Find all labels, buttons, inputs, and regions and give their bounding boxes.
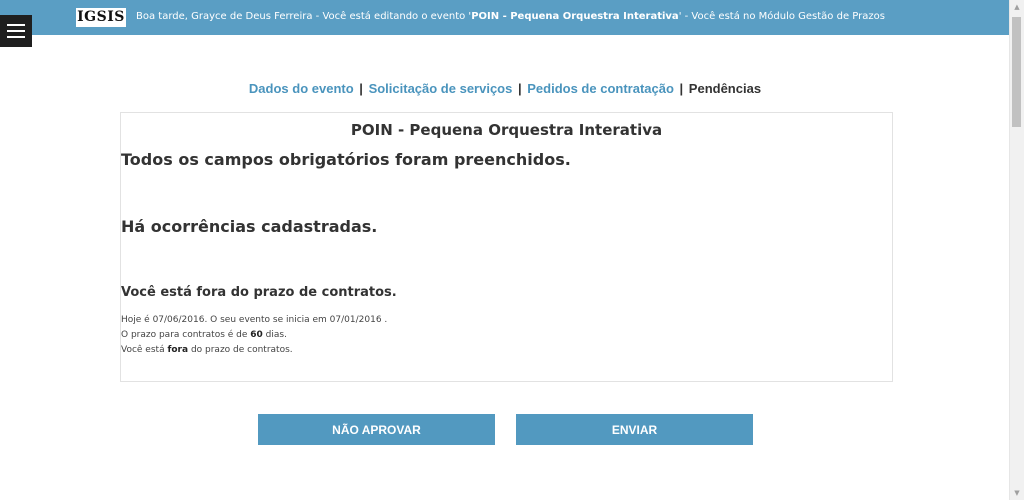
greeting-text: Boa tarde, Grayce de Deus Ferreira - Voc… [136, 11, 996, 22]
reject-button[interactable]: NÃO APROVAR [258, 414, 495, 445]
event-title: POIN - Pequena Orquestra Interativa [350, 121, 663, 139]
deadline-status-message: Você está fora do prazo de contratos. [121, 285, 397, 300]
pendencias-panel: POIN - Pequena Orquestra Interativa Todo… [120, 112, 893, 382]
greeting-suffix: ' - Você está no Módulo Gestão de Prazos [678, 11, 885, 22]
detail-deadline-days: O prazo para contratos é de 60 dias. [121, 328, 387, 343]
menu-bar-bottom [7, 36, 25, 38]
fields-status-message: Todos os campos obrigatórios foram preen… [121, 150, 571, 169]
detail-days-prefix: O prazo para contratos é de [121, 330, 251, 340]
nav-separator: | [679, 81, 684, 96]
deadline-details: Hoje é 07/06/2016. O seu evento se inici… [121, 313, 387, 358]
greeting-event-name: POIN - Pequena Orquestra Interativa [471, 11, 679, 22]
nav-separator: | [359, 81, 363, 96]
greeting-prefix: Boa tarde, Grayce de Deus Ferreira - Voc… [136, 11, 472, 22]
detail-status-suffix: do prazo de contratos. [188, 345, 293, 355]
scroll-down-arrow-icon[interactable]: ▼ [1010, 486, 1024, 500]
send-button[interactable]: ENVIAR [516, 414, 753, 445]
nav-separator: | [517, 81, 522, 96]
detail-dates: Hoje é 07/06/2016. O seu evento se inici… [121, 315, 388, 325]
nav-link-dados-do-evento[interactable]: Dados do evento [249, 81, 354, 96]
menu-bar-top [7, 24, 25, 26]
vertical-scrollbar[interactable]: ▲ ▼ [1009, 0, 1024, 500]
nav-link-pedidos-de-contratacao[interactable]: Pedidos de contratação [527, 81, 674, 96]
occurrences-message: Há ocorrências cadastradas. [121, 217, 378, 236]
nav-link-solicitacao-de-servicos[interactable]: Solicitação de serviços [369, 81, 513, 96]
scroll-up-arrow-icon[interactable]: ▲ [1010, 0, 1024, 14]
hamburger-menu-icon[interactable] [0, 15, 32, 47]
top-bar: IGSIS Boa tarde, Grayce de Deus Ferreira… [0, 0, 1010, 35]
event-nav: Dados do evento | Solicitação de serviço… [0, 81, 1010, 96]
app-logo: IGSIS [76, 8, 126, 27]
nav-current-pendencias: Pendências [688, 81, 762, 96]
detail-days-value: 60 [250, 330, 263, 340]
menu-bar-middle [7, 30, 25, 32]
detail-days-suffix: dias. [262, 330, 287, 340]
detail-status-prefix: Você está [121, 345, 168, 355]
detail-status-value: fora [167, 345, 189, 355]
detail-deadline-status: Você está fora do prazo de contratos. [121, 343, 387, 358]
scrollbar-thumb[interactable] [1012, 17, 1021, 127]
